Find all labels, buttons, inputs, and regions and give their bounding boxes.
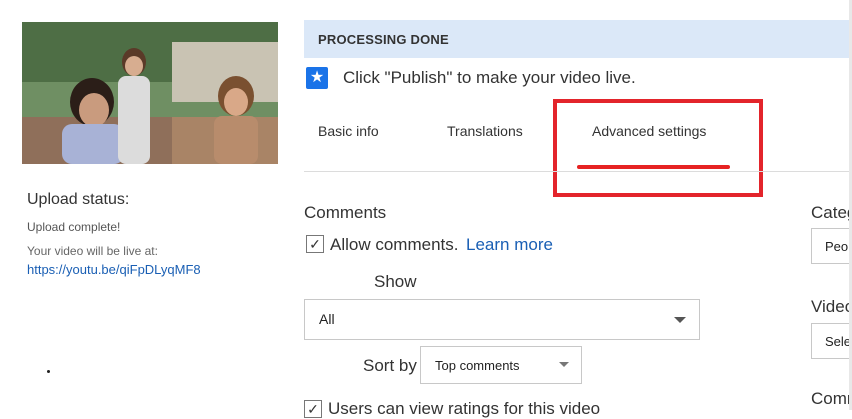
category-select-value: Peo [825,239,849,254]
video-language-select[interactable]: Sele [811,323,852,359]
comments-section-title: Comments [304,203,387,222]
publish-message: Click "Publish" to make your video live. [343,68,636,87]
live-at-text: Your video will be live at: [27,244,158,258]
upload-complete-text: Upload complete! [27,220,121,234]
video-thumbnail [22,22,278,164]
sort-by-select[interactable]: Top comments [420,346,582,384]
learn-more-link[interactable]: Learn more [466,235,553,255]
stray-dot [47,370,50,373]
star-icon: ★ [306,67,328,89]
sort-by-label: Sort by [363,356,417,375]
tab-basic-info[interactable]: Basic info [318,123,379,139]
allow-comments-label: Allow comments. [330,235,459,254]
allow-comments-checkbox[interactable]: ✓ [306,235,324,253]
community-label: Comm [811,389,852,408]
show-select-value: All [319,311,335,327]
category-select[interactable]: Peo [811,228,852,264]
tabs-divider [304,171,852,172]
sort-select-value: Top comments [435,358,520,373]
view-ratings-checkbox[interactable]: ✓ [304,400,322,418]
checkmark-icon: ✓ [307,401,319,417]
chevron-down-icon [674,317,686,323]
show-comments-select[interactable]: All [304,299,700,340]
video-select-value: Sele [825,334,852,349]
video-thumbnail-image [22,22,278,164]
chevron-down-icon [559,362,569,367]
tab-translations[interactable]: Translations [447,123,523,139]
processing-status-text: PROCESSING DONE [318,32,449,47]
category-label: Categ [811,203,852,222]
view-ratings-label: Users can view ratings for this video [328,399,601,418]
show-label: Show [374,272,417,291]
video-language-label: Video [811,297,852,316]
highlight-annotation-box [553,99,763,197]
video-url-link[interactable]: https://youtu.be/qiFpDLyqMF8 [27,262,201,277]
checkmark-icon: ✓ [309,236,321,252]
upload-status-title: Upload status: [27,191,130,208]
